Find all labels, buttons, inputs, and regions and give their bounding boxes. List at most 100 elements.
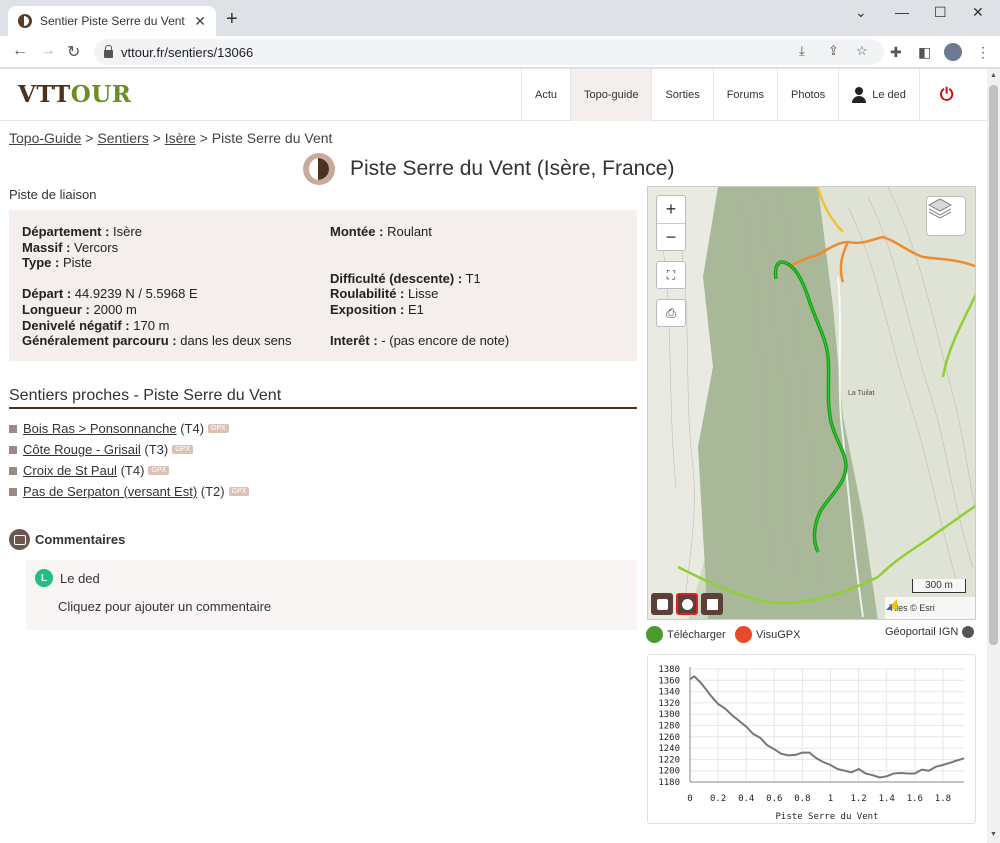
menu-topo-guide[interactable]: Topo-guide [570, 69, 652, 121]
close-tab-icon[interactable]: ✕ [194, 13, 206, 30]
back-arrow-icon[interactable]: ← [12, 42, 28, 60]
bullet-icon [9, 445, 17, 454]
map-attribution: Tiles © Esri [885, 597, 975, 619]
basemap-satellite-button[interactable] [701, 593, 723, 615]
x-tick-label: 1.4 [879, 794, 895, 804]
zoom-in-button[interactable]: + [657, 196, 685, 223]
nearby-trail-link[interactable]: Pas de Serpaton (versant Est) [23, 484, 197, 499]
menu-photos[interactable]: Photos [776, 69, 838, 121]
satellite-icon [706, 598, 718, 610]
title-row: Piste Serre du Vent (Isère, France) [303, 153, 674, 185]
menu-user[interactable]: Le ded [838, 69, 919, 121]
info-departement: Département : Isère [22, 224, 142, 239]
gpx-badge[interactable]: GPX [172, 445, 194, 454]
scroll-up-icon[interactable]: ▲ [990, 72, 997, 79]
install-app-icon[interactable]: ⤓ [799, 43, 805, 59]
x-tick-label: 0.4 [738, 794, 754, 804]
y-tick-label: 1380 [658, 665, 680, 675]
comment-box[interactable]: L Le ded Cliquez pour ajouter un comment… [26, 560, 637, 630]
breadcrumb-isere[interactable]: Isère [165, 130, 196, 146]
close-window-icon[interactable]: ✕ [972, 4, 984, 21]
y-tick-label: 1180 [658, 778, 680, 788]
list-item: Croix de St Paul (T4) GPX [9, 460, 249, 481]
maximize-icon[interactable]: ☐ [934, 4, 947, 21]
gpx-badge[interactable]: GPX [208, 424, 229, 433]
y-tick-label: 1200 [658, 767, 680, 777]
address-bar[interactable]: vttour.fr/sentiers/13066 ⤓ ⇪ ☆ [94, 39, 884, 65]
x-tick-label: 1.8 [935, 794, 951, 804]
layers-button[interactable] [926, 196, 966, 236]
nearby-trail-link[interactable]: Croix de St Paul [23, 463, 117, 478]
map-tools: Télécharger VisuGPX Géoportail IGN [646, 626, 977, 644]
info-roulabilite: Roulabilité : Lisse [330, 286, 439, 302]
visugpx-icon [735, 626, 752, 643]
zoom-out-button[interactable]: − [657, 223, 685, 250]
page-title: Piste Serre du Vent (Isère, France) [350, 157, 675, 180]
side-panel-icon[interactable]: ◧ [918, 44, 931, 61]
breadcrumb-sentiers[interactable]: Sentiers [97, 130, 148, 146]
bookmark-star-icon[interactable]: ☆ [856, 43, 868, 59]
print-button[interactable]: ⎙ [656, 299, 686, 327]
gpx-badge[interactable]: GPX [228, 487, 250, 496]
x-tick-label: 0.8 [794, 794, 810, 804]
site-logo[interactable]: VTTOUR [18, 81, 131, 108]
user-icon [852, 87, 867, 103]
info-denivele: Denivelé négatif : 170 m [22, 317, 170, 333]
y-tick-label: 1280 [658, 722, 680, 732]
site-header: VTTOUR Actu Topo-guide Sorties Forums Ph… [0, 69, 987, 121]
list-item: Côte Rouge - Grisail (T3) GPX [9, 439, 249, 460]
browser-tab[interactable]: Sentier Piste Serre du Vent à VTT ✕ [8, 6, 216, 36]
tab-search-chevron-icon[interactable]: ⌄ [855, 4, 867, 21]
x-tick-label: 1.6 [907, 794, 923, 804]
new-tab-icon[interactable]: + [226, 8, 238, 31]
nearby-trail-link[interactable]: Bois Ras > Ponsonnanche [23, 421, 177, 436]
breadcrumb-topo-guide[interactable]: Topo-Guide [9, 130, 81, 146]
profile-avatar[interactable] [944, 43, 962, 61]
nearby-trails-list: Bois Ras > Ponsonnanche (T4) GPX Côte Ro… [9, 418, 250, 502]
zoom-controls: + − [656, 195, 686, 251]
extensions-puzzle-icon[interactable]: ✚ [890, 44, 902, 61]
basemap-terrain-button[interactable] [651, 593, 673, 615]
trail-kind: Piste de liaison [9, 187, 97, 202]
reload-icon[interactable]: ↻ [67, 42, 80, 62]
comments-heading: Commentaires [9, 529, 125, 550]
logout-button[interactable]: ⏻ [918, 69, 973, 121]
basemap-switcher [651, 593, 723, 615]
y-tick-label: 1300 [658, 710, 680, 720]
trail-type-icon [303, 153, 335, 185]
info-exposition: Exposition : E1 [330, 301, 424, 317]
gpx-badge[interactable]: GPX [148, 466, 170, 475]
basemap-trail-button[interactable] [676, 593, 698, 615]
info-interet: Interêt : - (pas encore de note) [330, 333, 510, 349]
forward-arrow-icon[interactable]: → [40, 42, 56, 60]
esri-logo-icon [886, 599, 897, 610]
menu-actu[interactable]: Actu [521, 69, 570, 121]
scroll-thumb[interactable] [989, 85, 998, 645]
page-scrollbar[interactable]: ▲ ▼ [987, 69, 1000, 843]
add-comment-prompt[interactable]: Cliquez pour ajouter un commentaire [58, 599, 271, 614]
geoportail-link[interactable]: Géoportail IGN [885, 626, 975, 638]
browser-menu-icon[interactable]: ⋮ [976, 44, 990, 61]
share-icon[interactable]: ⇪ [828, 43, 839, 59]
menu-forums[interactable]: Forums [712, 69, 777, 121]
x-axis-label: Piste Serre du Vent [776, 812, 879, 822]
menu-sorties[interactable]: Sorties [651, 69, 712, 121]
download-icon [646, 626, 663, 643]
list-item: Pas de Serpaton (versant Est) (T2) GPX [9, 481, 250, 502]
download-link[interactable]: Télécharger [646, 626, 726, 643]
breadcrumb-separator: > [152, 130, 161, 146]
x-tick-label: 0.6 [766, 794, 782, 804]
trail-map[interactable]: La Tuilat + − ⛶ ⎙ 300 m Tiles © Esri [647, 186, 976, 620]
breadcrumb-current: Piste Serre du Vent [211, 130, 333, 146]
lock-icon [104, 45, 113, 58]
info-column-left: Département : Isère Massif : Vercors Typ… [22, 224, 292, 349]
scroll-down-icon[interactable]: ▼ [990, 831, 997, 838]
visugpx-link[interactable]: VisuGPX [735, 626, 800, 643]
nearby-trail-link[interactable]: Côte Rouge - Grisail [23, 442, 141, 457]
x-tick-label: 0 [687, 794, 692, 804]
breadcrumb-separator: > [85, 130, 94, 146]
fullscreen-button[interactable]: ⛶ [656, 261, 686, 289]
browser-tab-strip: Sentier Piste Serre du Vent à VTT ✕ + ⌄ … [0, 0, 1000, 36]
site-favicon-icon [18, 14, 32, 28]
minimize-icon[interactable]: — [895, 4, 909, 20]
